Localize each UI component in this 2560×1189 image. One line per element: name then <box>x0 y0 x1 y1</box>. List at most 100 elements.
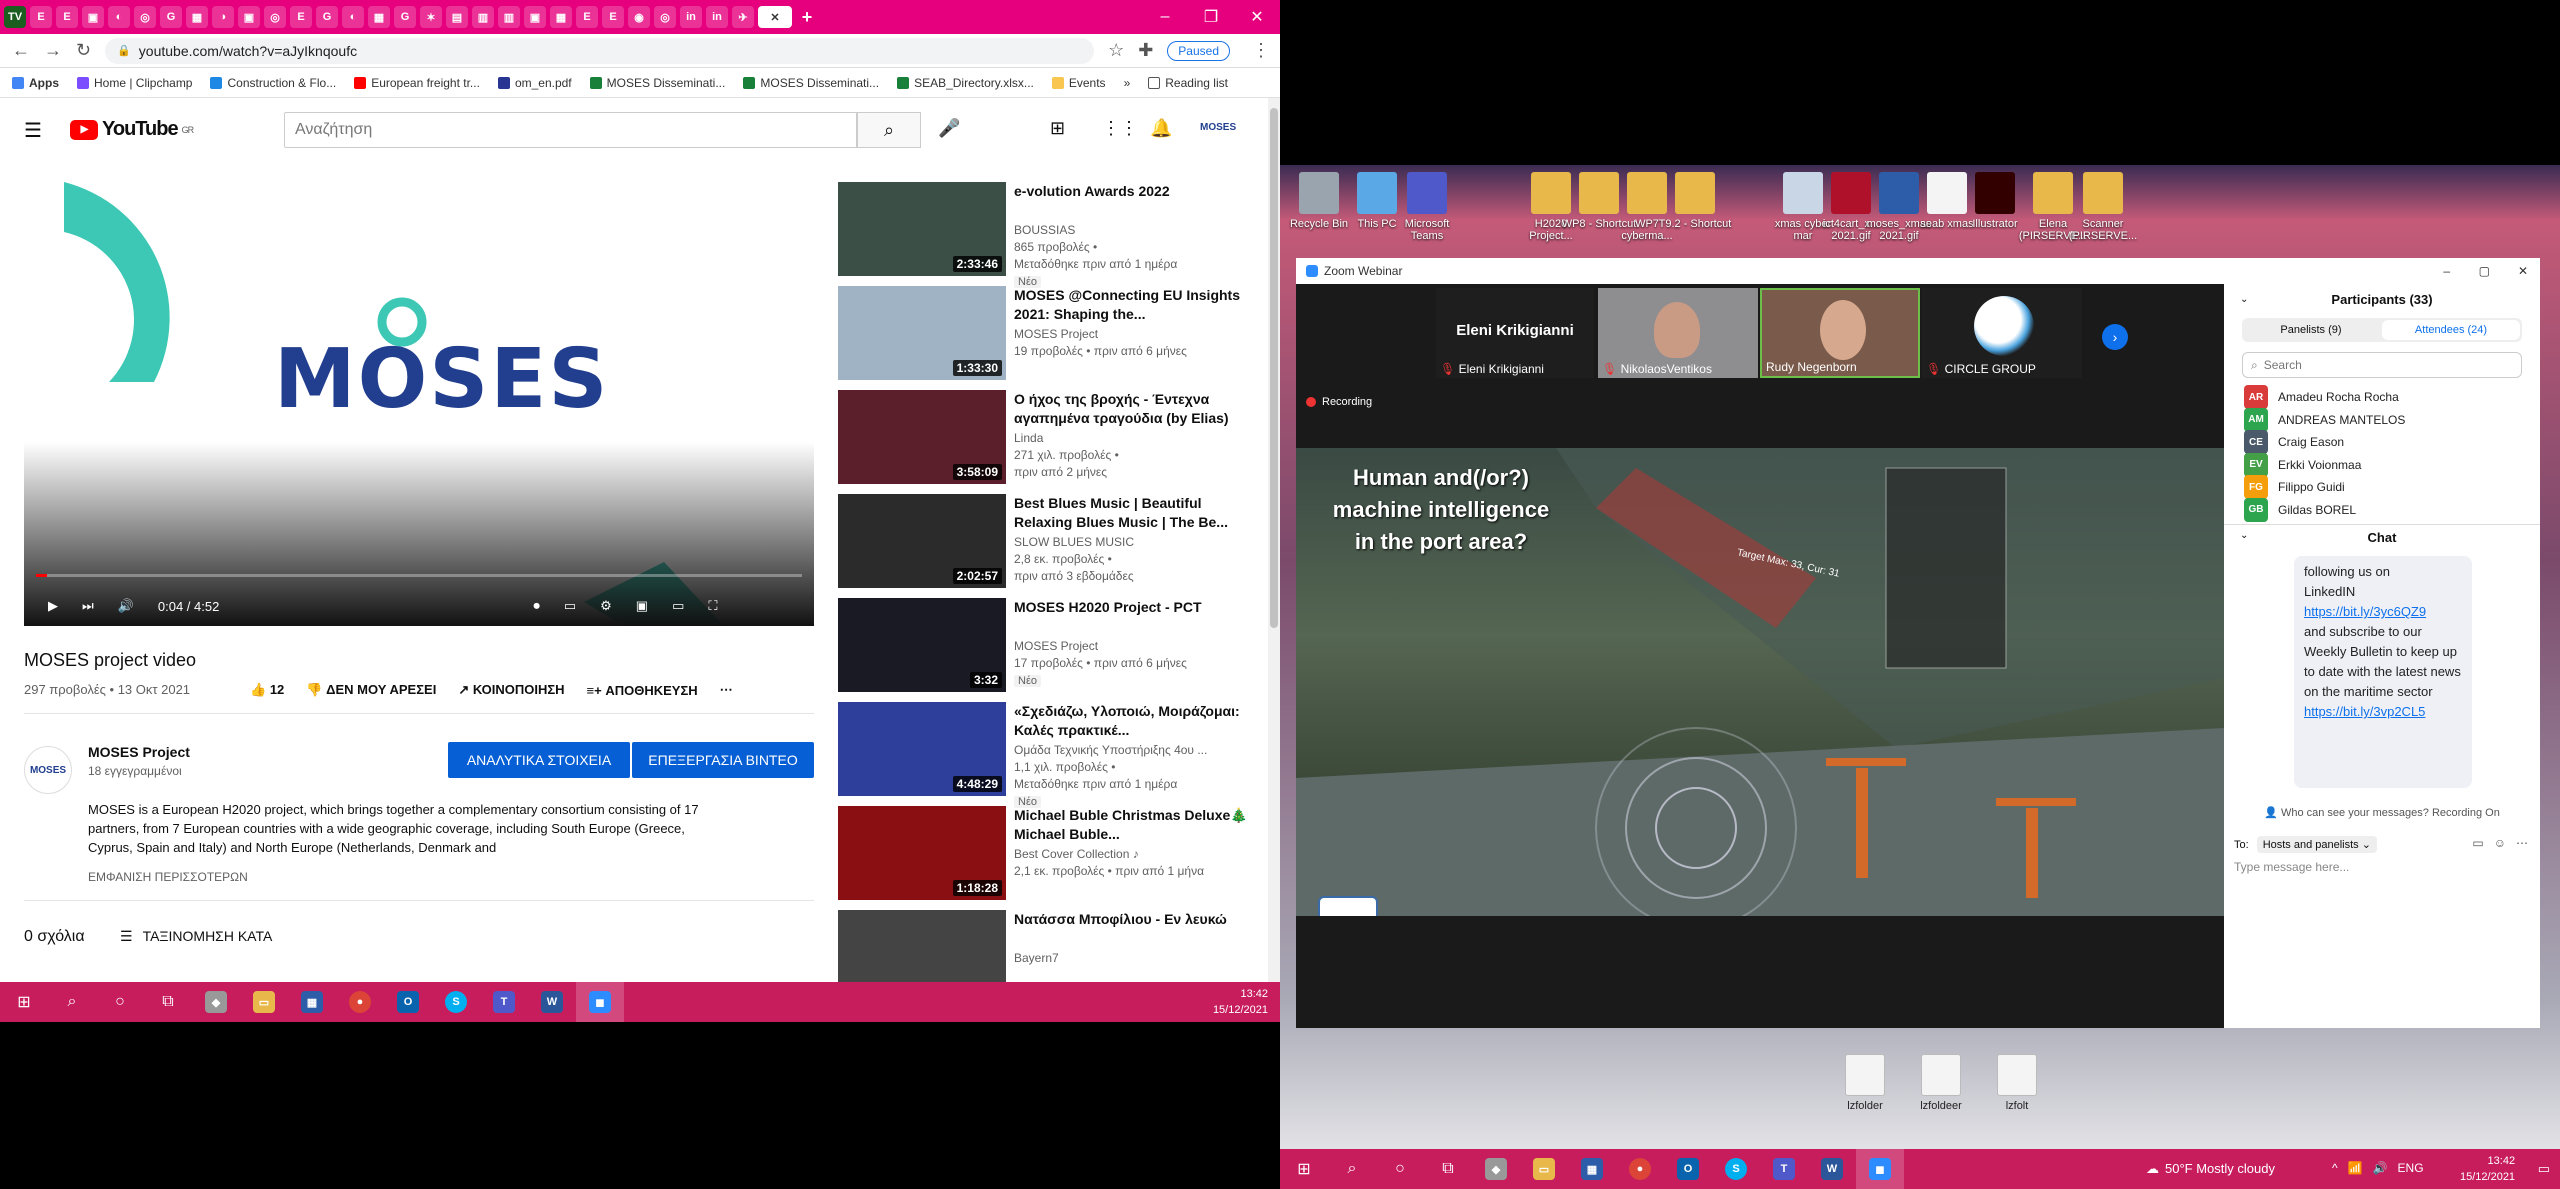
participant-search-input[interactable]: ⌕ Search <box>2242 352 2522 378</box>
language-indicator[interactable]: ENG <box>2398 1161 2424 1175</box>
bookmark-item[interactable]: Apps <box>12 76 59 90</box>
related-channel[interactable]: MOSES Project <box>1014 638 1098 655</box>
app-icon[interactable]: ◆ <box>1472 1149 1520 1189</box>
chat-link[interactable]: https://bit.ly/3yc6QZ9 <box>2304 602 2462 622</box>
related-video-title[interactable]: «Σχεδιάζω, Υλοποιώ, Μοιράζομαι: Καλές πρ… <box>1014 702 1258 740</box>
desktop-icon[interactable]: T9.2 - Shortcut <box>1656 172 1734 230</box>
volume-icon[interactable]: 🔊 <box>2373 1161 2388 1175</box>
microphone-icon[interactable]: 🎤 <box>938 118 960 139</box>
related-video-title[interactable]: e-volution Awards 2022 <box>1014 182 1258 201</box>
new-tab-button[interactable]: + <box>796 6 818 28</box>
tab-favicon[interactable]: E <box>602 6 624 28</box>
play-icon[interactable]: ▶ <box>48 598 58 614</box>
analytics-button[interactable]: ΑΝΑΛΥΤΙΚΑ ΣΤΟΙΧΕΙΑ <box>448 742 630 778</box>
tab-favicon[interactable]: ▣ <box>238 6 260 28</box>
tab-favicon[interactable]: ▥ <box>498 6 520 28</box>
weather-widget[interactable]: ☁ 50°F Mostly cloudy <box>2146 1161 2275 1177</box>
clock-left[interactable]: 13:42 15/12/2021 <box>1213 986 1268 1018</box>
chrome-icon[interactable]: ● <box>336 982 384 1022</box>
video-tile-active[interactable]: Rudy Negenborn <box>1760 288 1920 378</box>
bookmark-item[interactable]: MOSES Disseminati... <box>743 76 879 90</box>
related-video[interactable]: Νατάσσα Μποφίλιου - Εν λευκώ Bayern7 <box>838 910 1258 982</box>
desktop-file-icon[interactable]: lzfolder <box>1826 1054 1904 1112</box>
file-explorer-icon[interactable]: ▭ <box>1520 1149 1568 1189</box>
video-thumbnail[interactable]: 2:33:46 <box>838 182 1006 276</box>
next-page-icon[interactable]: › <box>2102 324 2128 350</box>
tab-favicon[interactable]: G <box>394 6 416 28</box>
bookmark-item[interactable]: Home | Clipchamp <box>77 76 192 90</box>
tab-favicon[interactable]: ▤ <box>446 6 468 28</box>
search-input[interactable]: Αναζήτηση <box>284 112 857 148</box>
scrollbar-thumb[interactable] <box>1270 108 1278 628</box>
notifications-bell-icon[interactable]: 🔔 <box>1150 118 1172 139</box>
youtube-logo[interactable]: ▶ YouTube GR <box>70 118 194 141</box>
video-thumbnail[interactable]: 2:02:57 <box>838 494 1006 588</box>
emoji-icon[interactable]: ☺ <box>2494 836 2506 850</box>
related-channel[interactable]: Bayern7 <box>1014 950 1059 967</box>
hamburger-menu-icon[interactable]: ☰ <box>24 118 42 143</box>
calculator-icon[interactable]: ▦ <box>1568 1149 1616 1189</box>
related-video[interactable]: 3:58:09 Ο ήχος της βροχής - Έντεχνα αγαπ… <box>838 390 1258 490</box>
search-icon[interactable]: ⌕ <box>1328 1149 1376 1189</box>
tab-favicon[interactable]: G <box>160 6 182 28</box>
participant-row[interactable]: AM ANDREAS MANTELOS <box>2244 407 2405 432</box>
settings-gear-icon[interactable]: ⚙ <box>600 598 612 614</box>
next-icon[interactable]: ⏭ <box>82 598 94 614</box>
channel-name[interactable]: MOSES Project <box>88 744 190 760</box>
bookmark-item[interactable]: om_en.pdf <box>497 76 572 90</box>
video-tile[interactable]: 🎙 NikolaosVentikos <box>1598 288 1758 378</box>
tab-favicon[interactable]: ▦ <box>186 6 208 28</box>
bookmark-item[interactable]: Construction & Flo... <box>210 76 336 90</box>
zoom-icon[interactable]: ◼ <box>1856 1149 1904 1189</box>
chat-link[interactable]: https://bit.ly/3vp2CL5 <box>2304 702 2462 722</box>
file-explorer-icon[interactable]: ▭ <box>240 982 288 1022</box>
edit-video-button[interactable]: ΕΠΕΞΕΡΓΑΣΙΑ ΒΙΝΤΕΟ <box>632 742 814 778</box>
address-bar[interactable]: 🔒 youtube.com/watch?v=aJyIknqoufc <box>105 37 1095 64</box>
reading-list[interactable]: Reading list <box>1148 76 1228 90</box>
video-thumbnail[interactable]: 1:33:30 <box>838 286 1006 380</box>
participant-row[interactable]: FG Filippo Guidi <box>2244 475 2345 499</box>
tab-favicon[interactable]: ◑ <box>212 6 234 28</box>
teams-icon[interactable]: T <box>480 982 528 1022</box>
minimize-icon[interactable]: – <box>2443 264 2450 278</box>
dislike-button[interactable]: 👎 ΔΕΝ ΜΟΥ ΑΡΕΣΕΙ <box>306 682 436 698</box>
related-video-title[interactable]: Michael Buble Christmas Deluxe🎄Michael B… <box>1014 806 1258 844</box>
desktop-icon[interactable]: Microsoft Teams <box>1388 172 1466 242</box>
word-icon[interactable]: W <box>1808 1149 1856 1189</box>
fullscreen-icon[interactable]: ⛶ <box>708 598 717 614</box>
chat-visibility-notice[interactable]: 👤 Who can see your messages? Recording O… <box>2224 806 2540 819</box>
video-tile[interactable]: 🎙 CIRCLE GROUP <box>1922 288 2082 378</box>
save-button[interactable]: ≡+ ΑΠΟΘΗΚΕΥΣΗ <box>587 683 698 698</box>
tab-favicon[interactable]: ▦ <box>550 6 572 28</box>
progress-bar[interactable] <box>36 574 802 577</box>
outlook-icon[interactable]: O <box>1664 1149 1712 1189</box>
participant-row[interactable]: CE Craig Eason <box>2244 430 2344 454</box>
account-avatar[interactable]: MOSES <box>1200 122 1236 133</box>
video-player[interactable]: MOSES ▶ ⏭ 🔊 0:04 / 4:52 ⏺ ▭ ⚙ ▣ ▭ ⛶ <box>24 182 814 626</box>
close-icon[interactable]: ✕ <box>2518 264 2528 278</box>
teams-icon[interactable]: T <box>1760 1149 1808 1189</box>
autoplay-toggle[interactable]: ⏺ <box>533 598 540 614</box>
profile-paused[interactable]: Paused <box>1167 40 1230 61</box>
recipient-dropdown[interactable]: Hosts and panelists ⌄ <box>2256 836 2377 853</box>
menu-icon[interactable]: ⋮ <box>1252 40 1270 61</box>
tab-favicon[interactable]: ▣ <box>524 6 546 28</box>
more-icon[interactable]: ⋯ <box>2516 836 2528 850</box>
video-tile-speaker[interactable]: Eleni Krikigianni 🎙 Eleni Krikigianni <box>1436 288 1594 378</box>
tab-favicon[interactable]: ◎ <box>134 6 156 28</box>
cortana-icon[interactable]: ○ <box>1376 1149 1424 1189</box>
skype-icon[interactable]: S <box>432 982 480 1022</box>
tab-favicon[interactable]: E <box>56 6 78 28</box>
tab-panelists[interactable]: Panelists (9) <box>2242 318 2380 342</box>
tab-favicon[interactable]: ◐ <box>342 6 364 28</box>
tab-favicon[interactable]: E <box>576 6 598 28</box>
related-channel[interactable]: MOSES Project <box>1014 326 1098 343</box>
participant-row[interactable]: GB Gildas BOREL <box>2244 497 2356 522</box>
related-video-title[interactable]: Best Blues Music | Beautiful Relaxing Bl… <box>1014 494 1258 532</box>
tab-favicon[interactable]: ▦ <box>368 6 390 28</box>
back-icon[interactable]: ← <box>12 40 30 61</box>
miniplayer-icon[interactable]: ▣ <box>636 598 648 614</box>
video-thumbnail[interactable] <box>838 910 1006 982</box>
tray-arrow-icon[interactable]: ^ <box>2332 1161 2338 1175</box>
tab-favicon[interactable]: ◎ <box>264 6 286 28</box>
